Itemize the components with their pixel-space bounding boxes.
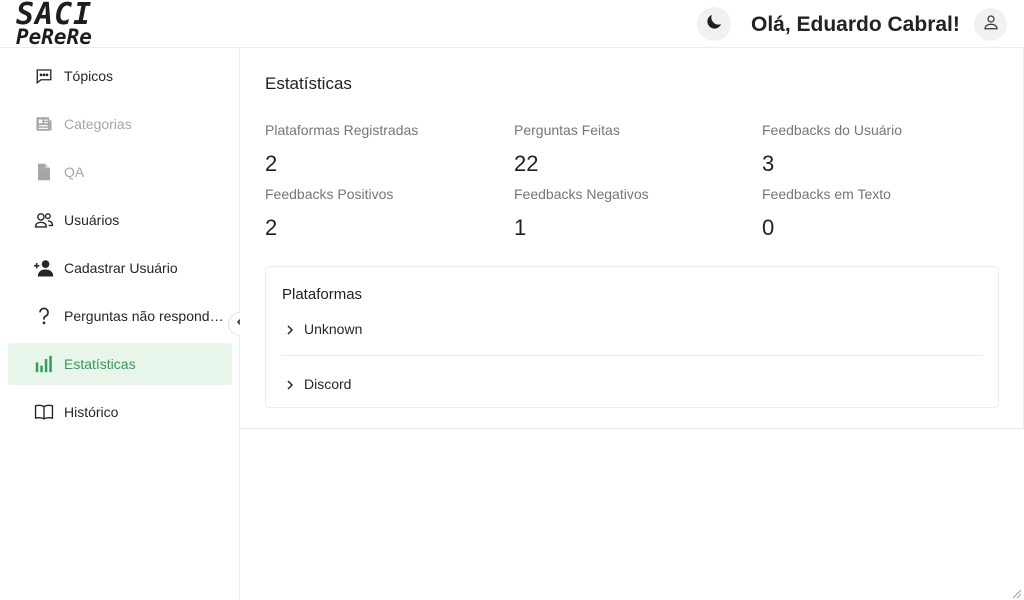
sidebar-item-usuarios[interactable]: Usuários bbox=[8, 199, 232, 241]
platforms-title: Plataformas bbox=[282, 286, 363, 303]
stat-feedbacks-negativos: Feedbacks Negativos 1 bbox=[514, 185, 649, 242]
stat-value: 3 bbox=[762, 151, 775, 176]
sidebar: Tópicos Categorias QA Usuários Cadastrar… bbox=[0, 48, 240, 600]
user-add-icon bbox=[34, 258, 54, 278]
theme-toggle-button[interactable] bbox=[697, 7, 731, 41]
sidebar-item-categorias[interactable]: Categorias bbox=[8, 103, 232, 145]
stat-value: 0 bbox=[762, 215, 775, 240]
statistics-card: Estatísticas Plataformas Registradas 2 P… bbox=[240, 48, 1024, 429]
bar-chart-icon bbox=[34, 354, 54, 374]
stat-value: 22 bbox=[514, 151, 539, 176]
stat-value: 2 bbox=[265, 215, 278, 240]
chevron-right-icon bbox=[284, 378, 296, 390]
resize-grip-icon[interactable] bbox=[1010, 586, 1022, 599]
platforms-panel: Plataformas Unknown Discord bbox=[265, 266, 999, 408]
sidebar-item-historico[interactable]: Histórico bbox=[8, 391, 232, 433]
sidebar-item-label: QA bbox=[64, 164, 85, 180]
logo-line-2: PeReRe bbox=[16, 25, 92, 49]
users-icon bbox=[34, 210, 54, 230]
stat-label: Plataformas Registradas bbox=[265, 122, 419, 138]
sidebar-item-label: Categorias bbox=[64, 116, 132, 132]
book-icon bbox=[34, 402, 54, 422]
stat-perguntas-feitas: Perguntas Feitas 22 bbox=[514, 121, 620, 178]
divider bbox=[282, 355, 982, 356]
stat-label: Feedbacks do Usuário bbox=[762, 122, 903, 138]
sidebar-item-label: Usuários bbox=[64, 212, 120, 228]
stat-value: 2 bbox=[265, 151, 278, 176]
top-header: SACI PeReRe Olá, Eduardo Cabral! bbox=[0, 0, 1024, 48]
question-mark-icon bbox=[34, 306, 54, 326]
newspaper-icon bbox=[34, 114, 54, 134]
stat-label: Feedbacks em Texto bbox=[762, 186, 891, 202]
sidebar-item-qa[interactable]: QA bbox=[8, 151, 232, 193]
user-icon bbox=[982, 13, 1000, 36]
sidebar-item-topicos[interactable]: Tópicos bbox=[8, 55, 232, 97]
document-icon bbox=[34, 162, 54, 182]
sidebar-item-estatisticas[interactable]: Estatísticas bbox=[8, 343, 232, 385]
platform-item-unknown[interactable]: Unknown bbox=[282, 318, 982, 342]
sidebar-item-label: Perguntas não respondidas bbox=[64, 308, 224, 324]
sidebar-item-label: Cadastrar Usuário bbox=[64, 260, 178, 276]
saci-perere-logo[interactable]: SACI PeReRe bbox=[16, 0, 108, 48]
stat-label: Perguntas Feitas bbox=[514, 122, 620, 138]
moon-icon bbox=[704, 12, 724, 37]
sidebar-item-label: Tópicos bbox=[64, 68, 114, 84]
stat-feedbacks-em-texto: Feedbacks em Texto 0 bbox=[762, 185, 891, 242]
stat-value: 1 bbox=[514, 215, 527, 240]
sidebar-item-perguntas-nao-respondidas[interactable]: Perguntas não respondidas bbox=[8, 295, 232, 337]
platform-name: Unknown bbox=[304, 321, 363, 337]
stat-label: Feedbacks Negativos bbox=[514, 186, 649, 202]
sidebar-item-label: Estatísticas bbox=[64, 356, 136, 372]
user-greeting: Olá, Eduardo Cabral! bbox=[751, 13, 960, 36]
chat-bubble-icon bbox=[34, 66, 54, 86]
page-title: Estatísticas bbox=[265, 74, 352, 93]
user-menu-button[interactable] bbox=[974, 8, 1007, 41]
stat-feedbacks-positivos: Feedbacks Positivos 2 bbox=[265, 185, 393, 242]
sidebar-item-label: Histórico bbox=[64, 404, 119, 420]
sidebar-item-cadastrar-usuario[interactable]: Cadastrar Usuário bbox=[8, 247, 232, 289]
chevron-right-icon bbox=[284, 323, 296, 335]
platform-name: Discord bbox=[304, 376, 352, 392]
platform-item-discord[interactable]: Discord bbox=[282, 373, 982, 397]
stat-label: Feedbacks Positivos bbox=[265, 186, 394, 202]
stat-feedbacks-do-usuario: Feedbacks do Usuário 3 bbox=[762, 121, 902, 178]
stat-plataformas-registradas: Plataformas Registradas 2 bbox=[265, 121, 418, 178]
